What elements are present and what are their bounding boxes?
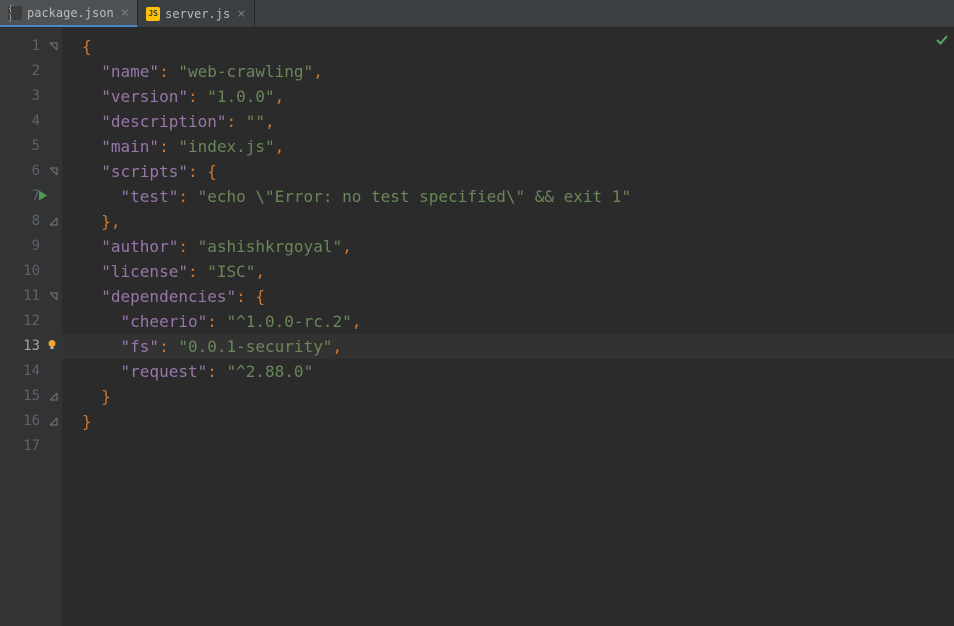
- line-number[interactable]: 4: [0, 109, 62, 134]
- line-number[interactable]: 1: [0, 34, 62, 59]
- code-line[interactable]: {: [62, 34, 954, 59]
- fold-open-icon[interactable]: [48, 42, 58, 52]
- tab-package-json[interactable]: { } package.json ×: [0, 0, 138, 27]
- json-file-icon: { }: [8, 6, 22, 20]
- line-number[interactable]: 17: [0, 434, 62, 459]
- line-number[interactable]: 15: [0, 384, 62, 409]
- code-line[interactable]: "version": "1.0.0",: [62, 84, 954, 109]
- line-number[interactable]: 2: [0, 59, 62, 84]
- intention-bulb-icon[interactable]: [46, 334, 58, 359]
- fold-close-icon[interactable]: [48, 417, 58, 427]
- fold-close-icon[interactable]: [48, 217, 58, 227]
- code-line[interactable]: }: [62, 409, 954, 434]
- gutter[interactable]: 1234567891011121314151617: [0, 28, 62, 626]
- line-number[interactable]: 12: [0, 309, 62, 334]
- code-line[interactable]: "scripts": {: [62, 159, 954, 184]
- tab-server-js[interactable]: JS server.js ×: [138, 0, 254, 27]
- code-line[interactable]: },: [62, 209, 954, 234]
- line-number[interactable]: 9: [0, 234, 62, 259]
- code-line[interactable]: "license": "ISC",: [62, 259, 954, 284]
- code-line[interactable]: "dependencies": {: [62, 284, 954, 309]
- code-line[interactable]: "test": "echo \"Error: no test specified…: [62, 184, 954, 209]
- code-line[interactable]: "description": "",: [62, 109, 954, 134]
- close-icon[interactable]: ×: [121, 5, 129, 21]
- code-line[interactable]: [62, 434, 954, 459]
- fold-open-icon[interactable]: [48, 167, 58, 177]
- code-line[interactable]: "main": "index.js",: [62, 134, 954, 159]
- code-line[interactable]: }: [62, 384, 954, 409]
- line-number[interactable]: 7: [0, 184, 62, 209]
- line-number[interactable]: 6: [0, 159, 62, 184]
- run-gutter-icon[interactable]: [38, 184, 48, 209]
- js-file-icon: JS: [146, 7, 160, 21]
- fold-close-icon[interactable]: [48, 392, 58, 402]
- line-number[interactable]: 14: [0, 359, 62, 384]
- line-number[interactable]: 11: [0, 284, 62, 309]
- code-line[interactable]: "cheerio": "^1.0.0-rc.2",: [62, 309, 954, 334]
- code-line[interactable]: "name": "web-crawling",: [62, 59, 954, 84]
- editor[interactable]: 1234567891011121314151617 { "name": "web…: [0, 28, 954, 626]
- close-icon[interactable]: ×: [237, 6, 245, 22]
- code-line[interactable]: "request": "^2.88.0": [62, 359, 954, 384]
- fold-open-icon[interactable]: [48, 292, 58, 302]
- tab-bar: { } package.json × JS server.js ×: [0, 0, 954, 28]
- tab-label: server.js: [165, 7, 230, 21]
- line-number[interactable]: 8: [0, 209, 62, 234]
- line-number[interactable]: 13: [0, 334, 62, 359]
- code-line[interactable]: "fs": "0.0.1-security",: [62, 334, 954, 359]
- code-line[interactable]: "author": "ashishkrgoyal",: [62, 234, 954, 259]
- code-area[interactable]: { "name": "web-crawling", "version": "1.…: [62, 28, 954, 626]
- line-number[interactable]: 5: [0, 134, 62, 159]
- line-number[interactable]: 10: [0, 259, 62, 284]
- line-number[interactable]: 16: [0, 409, 62, 434]
- tab-label: package.json: [27, 6, 114, 20]
- line-number[interactable]: 3: [0, 84, 62, 109]
